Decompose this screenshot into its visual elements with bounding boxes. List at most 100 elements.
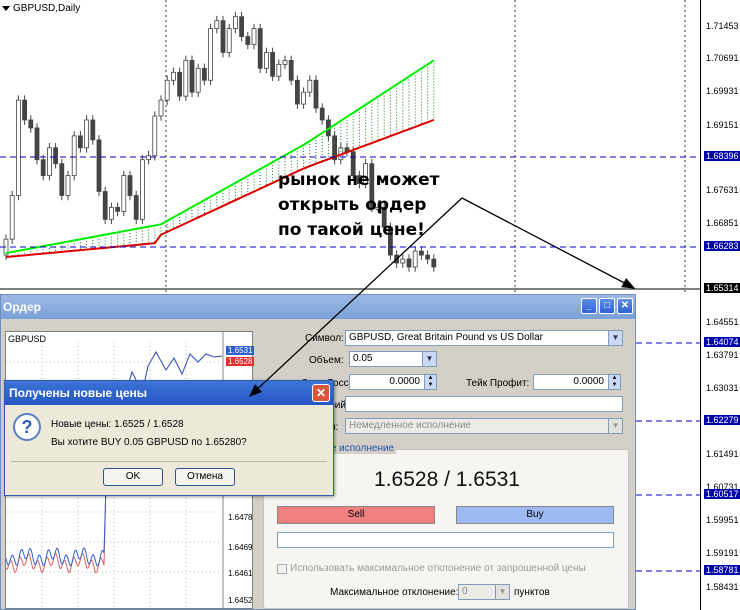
status-field: [277, 532, 614, 548]
candle-body: [195, 67, 201, 93]
deviation-checkbox-label: Использовать максимальное отклонение от …: [290, 563, 586, 574]
candle-body: [189, 59, 195, 93]
candle-body: [183, 59, 189, 97]
chevron-down-icon: [2, 6, 10, 11]
symbol-select[interactable]: GBPUSD, Great Britain Pound vs US Dollar…: [345, 330, 623, 346]
chart-symbol: GBPUSD,Daily: [2, 3, 80, 14]
candle-body: [276, 63, 282, 77]
mini-axis-label: 1.6461: [228, 569, 253, 578]
requote-dialog: Получены новые цены ✕ ? Новые цены: 1.65…: [4, 380, 334, 496]
symbol-select-value: GBPUSD, Great Britain Pound vs US Dollar: [349, 332, 543, 343]
chart-annotation: рынок не может открыть ордер по такой це…: [278, 170, 440, 240]
chevron-down-icon[interactable]: ▼: [608, 419, 622, 433]
price-level-tag: 1.60517: [704, 489, 740, 499]
deviation-input[interactable]: 0 ▼: [458, 584, 510, 600]
candle-body: [201, 67, 207, 81]
chevron-down-icon[interactable]: ▼: [495, 585, 509, 599]
price-level-tag: 1.66283: [704, 241, 740, 251]
divider: [11, 461, 327, 462]
cancel-button[interactable]: Отмена: [175, 468, 235, 486]
price-axis-label: 1.59951: [706, 515, 739, 525]
confirm-question: Вы хотите BUY 0.05 GBPUSD по 1.65280?: [51, 437, 247, 448]
candle-body: [127, 175, 133, 196]
price-level-tag: 1.65314: [704, 283, 740, 293]
candle-body: [9, 195, 15, 240]
stop-loss-value: 0.0000: [389, 376, 420, 387]
bid-tag: 1.6528: [226, 357, 255, 366]
buy-button[interactable]: Buy: [456, 506, 614, 524]
close-icon[interactable]: ✕: [312, 384, 330, 402]
take-profit-input[interactable]: 0.0000 ▲ ▼: [533, 374, 621, 390]
candle-body: [146, 155, 152, 161]
candle-body: [257, 28, 263, 69]
candle-body: [406, 258, 412, 268]
minimize-icon[interactable]: _: [581, 298, 597, 314]
checkbox-icon[interactable]: [277, 563, 287, 574]
candle-body: [164, 79, 170, 101]
candle-body: [22, 99, 28, 121]
candle-body: [232, 16, 238, 30]
comment-input[interactable]: [345, 396, 623, 412]
candle-body: [288, 59, 294, 81]
candle-body: [431, 258, 437, 268]
candle-body: [270, 52, 276, 77]
stop-loss-input[interactable]: 0.0000 ▲ ▼: [349, 374, 437, 390]
sell-button[interactable]: Sell: [277, 506, 435, 524]
candle-body: [239, 16, 245, 37]
spinner-icon[interactable]: ▲ ▼: [608, 375, 620, 389]
price-axis-label: 1.71453: [706, 21, 739, 31]
candle-body: [109, 206, 114, 220]
volume-select[interactable]: 0.05 ▼: [349, 351, 437, 367]
candle-body: [115, 206, 120, 212]
spinner-icon[interactable]: ▲ ▼: [424, 375, 436, 389]
candle-body: [59, 163, 65, 196]
volume-value: 0.05: [353, 353, 373, 364]
candle-body: [53, 147, 58, 165]
mini-axis-label: 1.6478: [228, 513, 253, 522]
candle-body: [220, 20, 226, 53]
order-type-select[interactable]: Немедленное исполнение ▼: [345, 418, 623, 434]
deviation-label: Максимальное отклонение:: [330, 587, 459, 598]
terminal-screen: GBPUSD,Daily рынок не может открыть орде…: [0, 0, 740, 610]
candle-body: [251, 28, 257, 45]
candle-body: [96, 139, 102, 192]
candle-body: [28, 119, 34, 129]
price-axis-label: 1.69931: [706, 86, 739, 96]
price-level-tag: 1.62279: [704, 415, 740, 425]
new-prices-text: Новые цены: 1.6525 / 1.6528: [51, 419, 184, 430]
price-level-tag: 1.64074: [704, 337, 740, 347]
price-axis-label: 1.58431: [706, 582, 739, 592]
candle-body: [65, 175, 71, 196]
mini-axis-label: 1.6469: [228, 543, 253, 552]
price-axis-label: 1.66851: [706, 218, 739, 228]
candle-body: [263, 52, 269, 69]
symbol-label: Символ:: [305, 333, 344, 344]
candle-body: [47, 147, 52, 177]
candle-body: [282, 59, 288, 65]
candle-body: [102, 191, 108, 220]
maximize-icon[interactable]: □: [599, 298, 615, 314]
candle-body: [170, 71, 176, 81]
candle-body: [214, 20, 220, 30]
price-axis-label: 1.69151: [706, 120, 739, 130]
chart-symbol-text: GBPUSD,Daily: [13, 3, 81, 14]
close-icon[interactable]: ✕: [617, 298, 633, 314]
price-axis: 1.71453 1.70691 1.69931 1.69151 1.68396 1.676…: [700, 0, 740, 610]
take-profit-value: 0.0000: [573, 376, 604, 387]
deviation-unit: пунктов: [514, 587, 550, 598]
deviation-checkbox[interactable]: Использовать максимальное отклонение от …: [277, 563, 586, 574]
chevron-down-icon[interactable]: ▼: [422, 352, 436, 366]
ok-button[interactable]: OK: [103, 468, 163, 486]
price-level-tag: 1.68396: [704, 151, 740, 161]
candle-body: [152, 115, 158, 157]
candle-body: [294, 79, 300, 105]
candle-body: [319, 107, 325, 121]
candle-body: [15, 99, 21, 196]
candle-body: [301, 91, 307, 105]
candle-body: [133, 195, 139, 220]
price-axis-label: 1.63031: [706, 383, 739, 393]
chevron-down-icon[interactable]: ▼: [608, 331, 622, 345]
candle-body: [313, 79, 319, 109]
candle-body: [71, 135, 77, 177]
price-chart[interactable]: [0, 0, 740, 294]
